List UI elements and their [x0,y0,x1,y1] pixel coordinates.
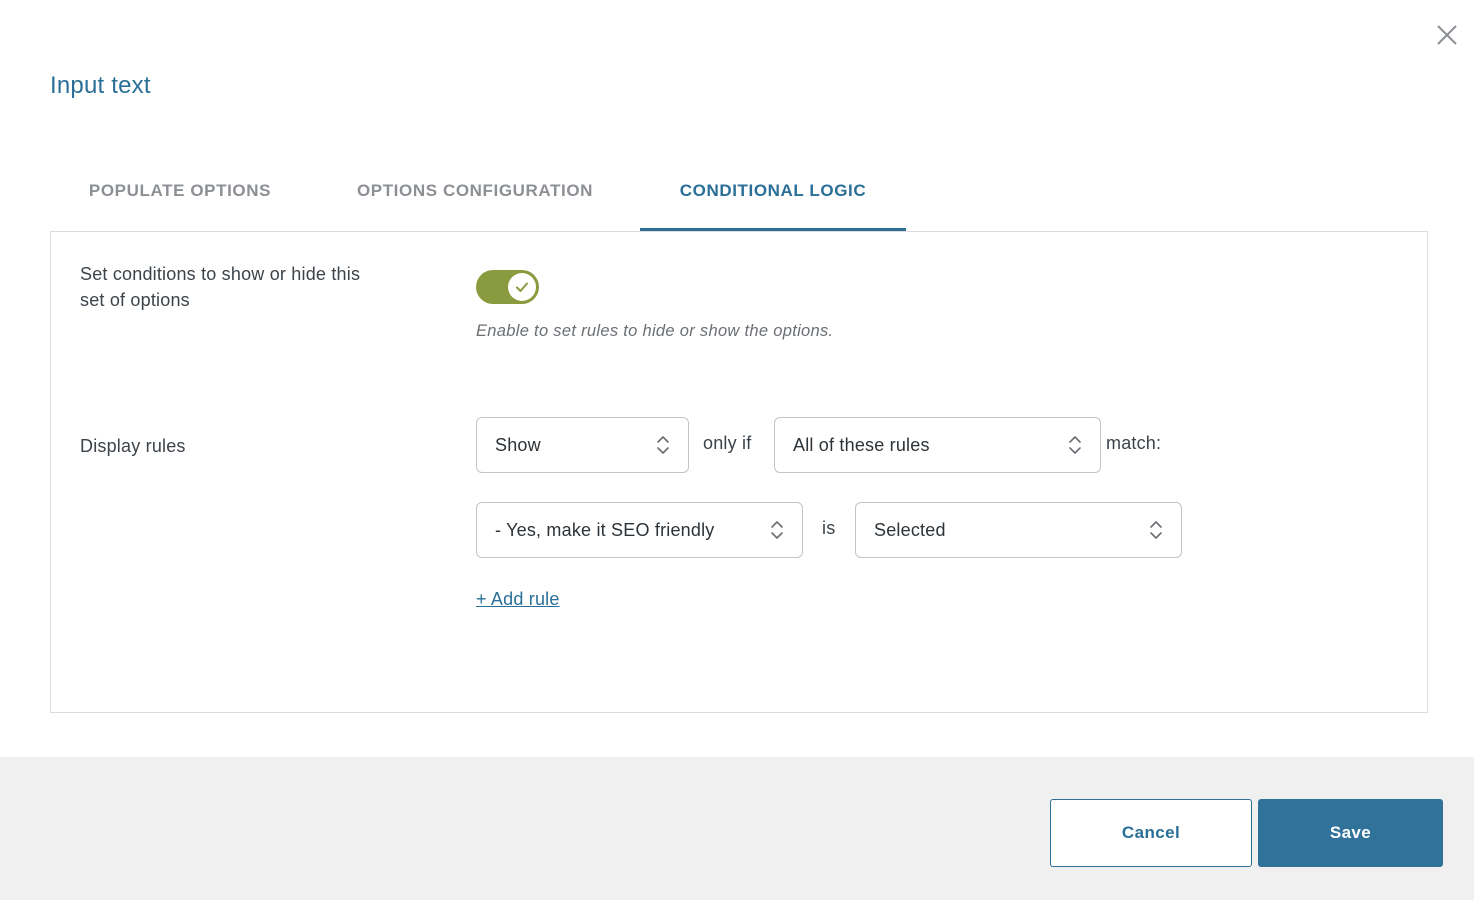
action-select[interactable]: Show [476,417,689,473]
match-mode-value: All of these rules [793,434,930,455]
close-button[interactable] [1434,22,1460,48]
tab-conditional-logic[interactable]: CONDITIONAL LOGIC [640,150,906,232]
tab-populate-options[interactable]: POPULATE OPTIONS [50,150,310,232]
chevron-up-down-icon [1150,521,1162,539]
check-icon [516,282,528,292]
chevron-up-down-icon [1069,436,1081,454]
display-rules-label: Display rules [80,436,186,456]
add-rule-link[interactable]: + Add rule [476,589,560,610]
dialog-title: Input text [50,72,151,99]
rule-state-select[interactable]: Selected [855,502,1182,558]
dialog-footer: Cancel Save [0,757,1474,900]
toggle-knob [508,273,536,301]
tab-bar: POPULATE OPTIONS OPTIONS CONFIGURATION C… [50,150,1428,232]
conditions-label: Set conditions to show or hide this set … [80,264,361,310]
rule-field-select[interactable]: - Yes, make it SEO friendly [476,502,803,558]
action-select-value: Show [495,434,541,455]
match-mode-select[interactable]: All of these rules [774,417,1101,473]
is-text: is [822,518,836,538]
only-if-text: only if [703,433,752,453]
cancel-button[interactable]: Cancel [1050,799,1252,867]
conditional-logic-panel: Set conditions to show or hide this set … [50,231,1428,713]
save-button[interactable]: Save [1258,799,1443,867]
chevron-up-down-icon [657,436,669,454]
chevron-up-down-icon [771,521,783,539]
rule-field-value: - Yes, make it SEO friendly [495,519,715,540]
close-icon [1437,25,1457,45]
toggle-helper-text: Enable to set rules to hide or show the … [476,322,834,340]
match-text: match: [1106,433,1162,453]
rule-state-value: Selected [874,519,946,540]
tab-options-configuration[interactable]: OPTIONS CONFIGURATION [320,150,630,232]
conditions-toggle[interactable] [476,270,539,304]
